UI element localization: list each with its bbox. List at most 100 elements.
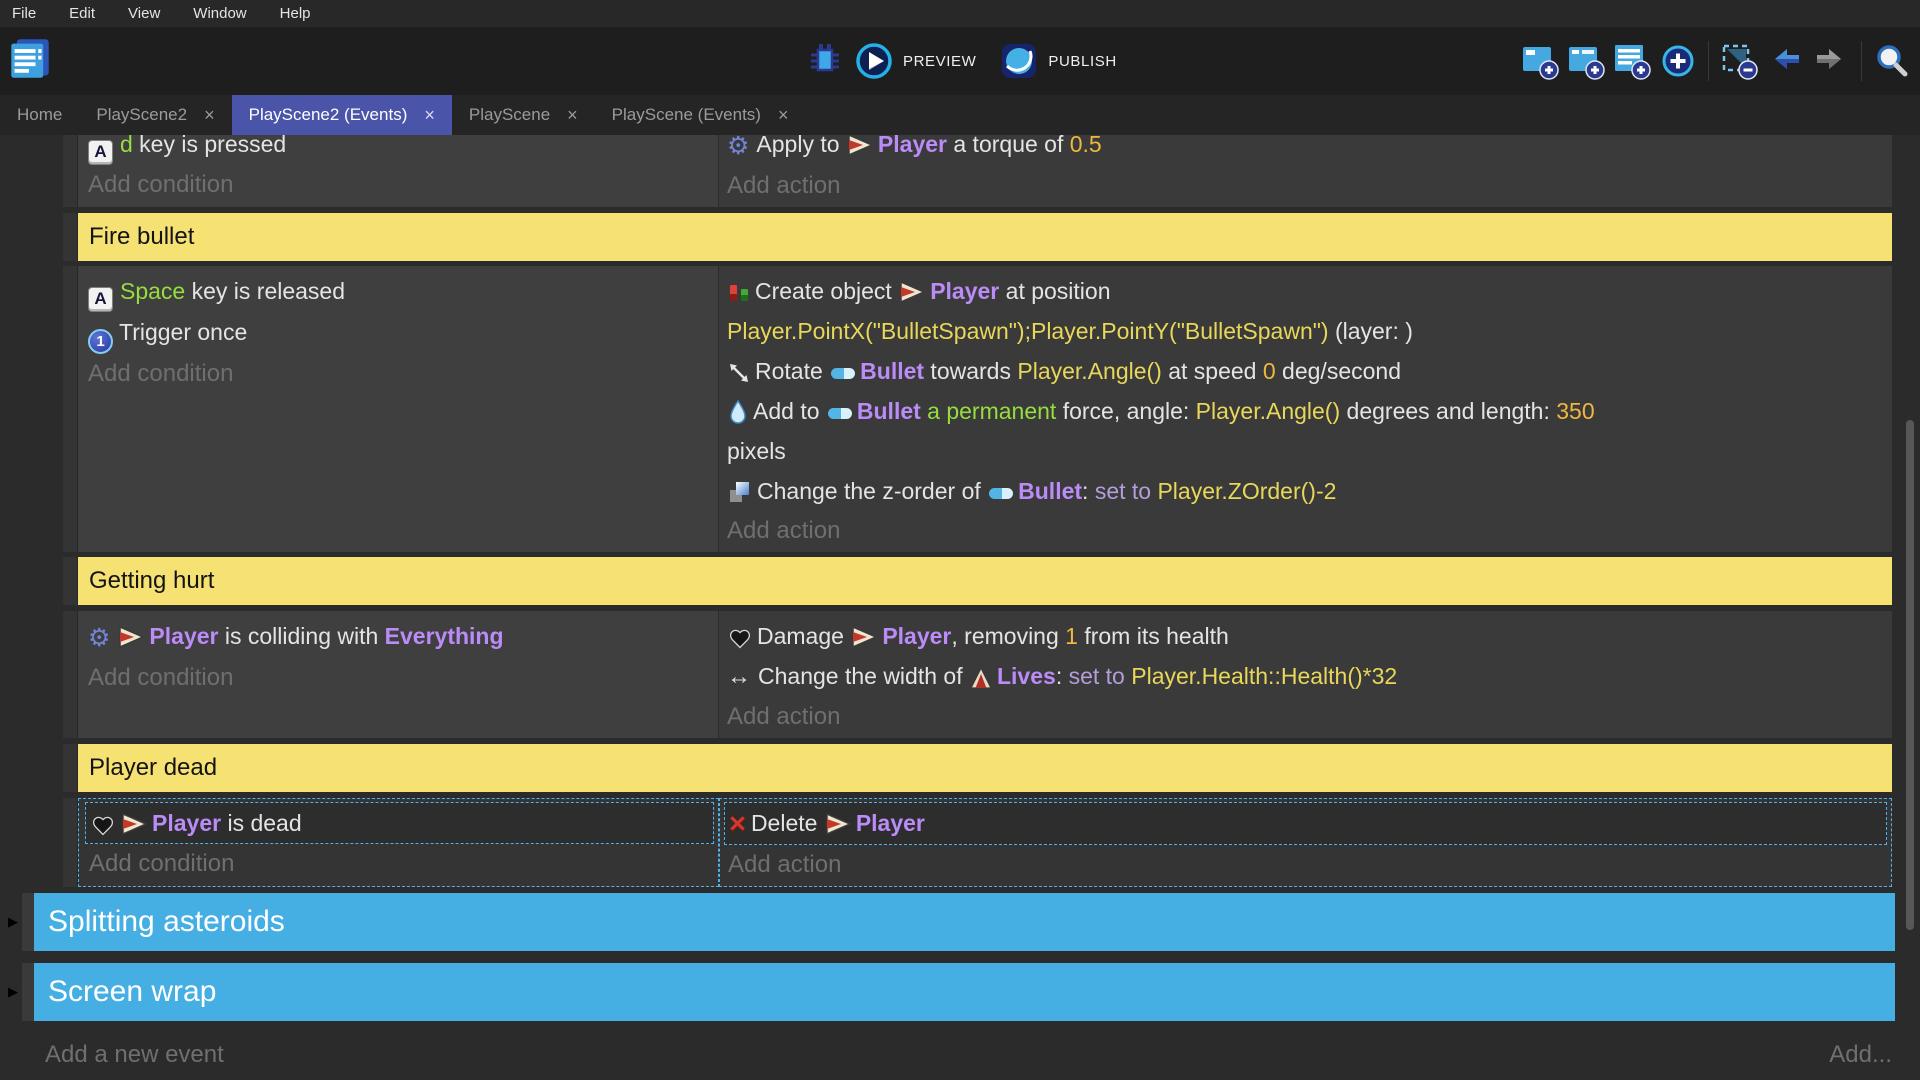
menu-help[interactable]: Help [280,5,311,22]
player-ship-icon [121,812,147,836]
action-change-width[interactable]: ↔Change the width of Lives: set to Playe… [727,656,1892,697]
add-condition-button[interactable]: Add condition [88,354,718,394]
object-name: Bullet [860,358,924,384]
event-row: ⚙Player is colliding with Everything Add… [63,611,1892,738]
tab-close-icon[interactable]: × [778,105,789,126]
tab-label: PlayScene (Events) [612,105,761,125]
action-text: towards [924,358,1017,384]
action-text: , removing [951,623,1065,649]
parameter-value: 350 [1556,398,1594,424]
add-action-button[interactable]: Add action [727,166,1892,206]
add-subevent-icon[interactable] [1566,41,1606,81]
project-manager-icon[interactable] [8,37,52,81]
parameter-value: 0.5 [1070,135,1102,157]
action-text: Create object [755,278,898,304]
action-text: Add to [753,398,826,424]
action-add-force[interactable]: Add to Bullet a permanent force, angle: … [727,391,1892,471]
condition-key-released[interactable]: ASpace key is released [88,271,718,312]
search-icon[interactable] [1872,41,1912,81]
menu-window[interactable]: Window [193,5,246,22]
add-event-icon[interactable] [1520,41,1560,81]
add-condition-button[interactable]: Add condition [88,165,718,205]
tab-close-icon[interactable]: × [424,105,435,126]
event-drag-handle[interactable] [22,893,34,951]
tab-playscene-events[interactable]: PlayScene (Events) × [595,95,806,135]
add-action-button[interactable]: Add action [727,697,1892,737]
menu-bar: File Edit View Window Help [0,0,1920,27]
toolbar: PREVIEW PUBLISH [0,27,1920,95]
add-more-icon[interactable] [1658,41,1698,81]
event-drag-handle[interactable] [63,744,78,792]
event-row-selected: Player is dead Add condition ×Delete Pla… [63,798,1892,887]
condition-trigger-once[interactable]: 1Trigger once [88,312,718,355]
action-apply-torque[interactable]: ⚙Apply to Player a torque of 0.5 [727,135,1892,166]
event-drag-handle[interactable] [63,213,78,261]
comment-fire-bullet[interactable]: Fire bullet [78,213,1892,261]
add-action-button[interactable]: Add action [727,511,1892,551]
group-splitting-asteroids[interactable]: Splitting asteroids [34,893,1895,951]
add-action-button[interactable]: Add action [728,845,1891,885]
comment-row: Player dead [63,744,1892,792]
tab-playscene[interactable]: PlayScene × [452,95,595,135]
action-text: pixels [727,438,786,464]
action-text: Delete [751,810,824,836]
preview-icon[interactable] [854,41,894,81]
tab-playscene2[interactable]: PlayScene2 × [79,95,231,135]
physics-gear-icon: ⚙ [88,624,110,652]
event-drag-handle[interactable] [63,798,78,887]
action-change-zorder[interactable]: Change the z-order of Bullet: set to Pla… [727,471,1892,511]
object-name: Player [149,623,218,649]
menu-view[interactable]: View [128,5,160,22]
trigger-once-icon: 1 [88,329,113,354]
event-drag-handle[interactable] [63,557,78,605]
action-rotate[interactable]: Rotate Bullet towards Player.Angle() at … [727,351,1892,391]
operator-text: set to [1069,663,1125,689]
tab-close-icon[interactable]: × [567,105,578,126]
create-object-icon [728,282,750,304]
debugger-icon[interactable] [805,41,845,81]
menu-file[interactable]: File [12,5,36,22]
condition-collision[interactable]: ⚙Player is colliding with Everything [88,616,718,658]
add-more-button[interactable]: Add... [1829,1041,1892,1069]
publish-button[interactable]: PUBLISH [1048,53,1116,70]
group-screen-wrap[interactable]: Screen wrap [34,963,1895,1021]
bullet-icon [828,408,852,419]
comment-getting-hurt[interactable]: Getting hurt [78,557,1892,605]
undo-icon[interactable] [1765,41,1805,81]
deselect-icon[interactable] [1719,41,1759,81]
player-ship-icon [851,625,877,649]
event-drag-handle[interactable] [63,135,78,207]
preview-button[interactable]: PREVIEW [903,53,976,70]
tab-home[interactable]: Home [0,95,79,135]
event-drag-handle[interactable] [63,266,78,552]
event-row: ASpace key is released 1Trigger once Add… [63,266,1892,552]
add-condition-button[interactable]: Add condition [89,844,718,884]
action-text: at position [999,278,1110,304]
player-ship-icon [118,625,144,649]
publish-icon[interactable] [999,41,1039,81]
menu-edit[interactable]: Edit [69,5,95,22]
add-comment-icon[interactable] [1612,41,1652,81]
add-new-event-button[interactable]: Add a new event [45,1041,224,1069]
collapse-arrow-icon[interactable]: ▶ [8,963,22,1021]
expression-text: Player.PointX("BulletSpawn");Player.Poin… [727,318,1329,344]
tab-playscene2-events[interactable]: PlayScene2 (Events) × [232,95,452,135]
event-drag-handle[interactable] [22,963,34,1021]
vertical-scrollbar[interactable] [1906,420,1914,930]
action-create-object[interactable]: Create object Player at position Player.… [727,271,1892,351]
add-condition-button[interactable]: Add condition [88,658,718,698]
action-text: : [1082,478,1095,504]
action-delete-player[interactable]: ×Delete Player [724,802,1887,845]
event-drag-handle[interactable] [63,611,78,738]
tab-close-icon[interactable]: × [204,105,215,126]
object-name: Player [878,135,947,157]
redo-icon[interactable] [1811,41,1851,81]
heart-icon [728,627,752,649]
action-damage[interactable]: Damage Player, removing 1 from its healt… [727,616,1892,656]
condition-key-pressed[interactable]: Ad key is pressed [88,135,718,165]
comment-player-dead[interactable]: Player dead [78,744,1892,792]
conditions-cell: Player is dead Add condition [78,798,719,887]
collapse-arrow-icon[interactable]: ▶ [8,893,22,951]
condition-player-dead[interactable]: Player is dead [85,802,714,844]
object-name: Bullet [857,398,921,424]
